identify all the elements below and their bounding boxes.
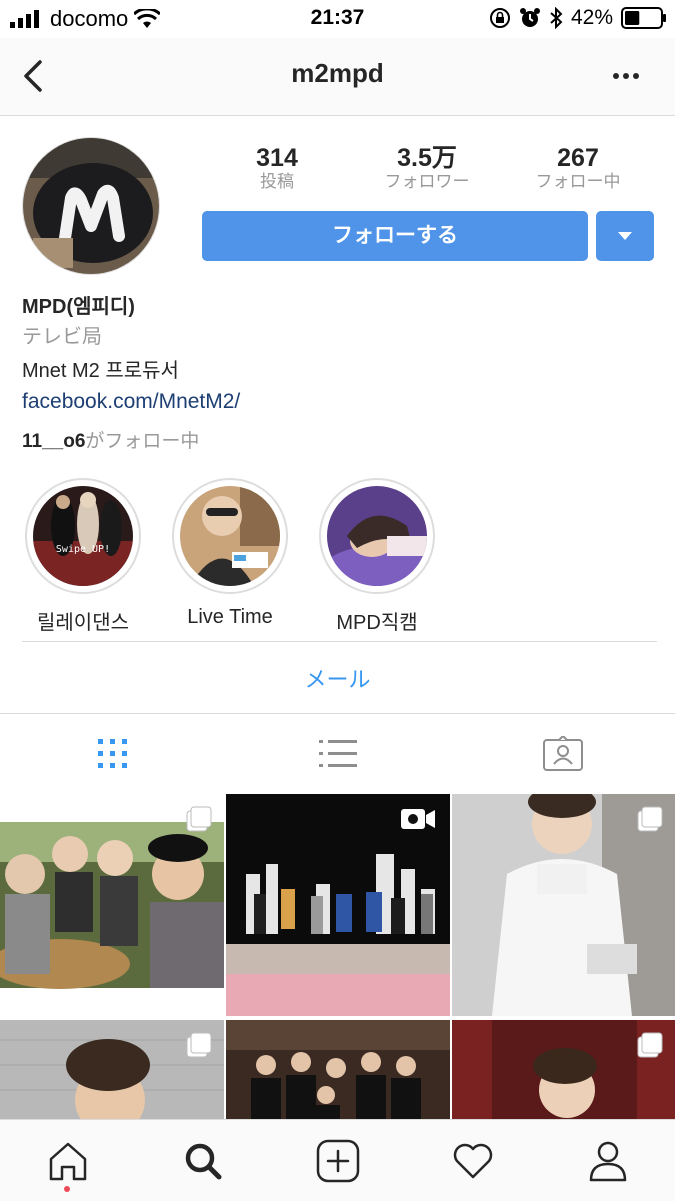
multiple-photos-icon (637, 806, 663, 832)
following-label: フォロー中 (535, 172, 621, 191)
post-thumbnail[interactable] (452, 1020, 675, 1119)
highlight-overlay-text: Swipe UP! (55, 544, 111, 555)
tab-activity[interactable] (405, 1120, 540, 1201)
stat-followers[interactable]: 3.5万 フォロワー (357, 144, 497, 192)
profile-website-link[interactable]: facebook.com/MnetM2/ (22, 390, 240, 414)
profile-avatar[interactable] (22, 137, 160, 275)
email-contact-button[interactable]: メール (0, 662, 675, 694)
highlight-cover (327, 486, 427, 586)
heart-icon (453, 1143, 492, 1178)
followed-by-suffix: がフォロー中 (85, 431, 200, 452)
highlight-cover (180, 486, 280, 586)
status-bar: docomo 21:37 42% (0, 0, 675, 38)
highlight-cover: Swipe UP! (33, 486, 133, 586)
highlight-live-time[interactable]: Live Time (171, 478, 289, 629)
post-image (226, 1020, 450, 1119)
rotation-lock-icon (489, 8, 510, 28)
multiple-photos-icon (637, 1032, 663, 1058)
profile-tabs (0, 713, 675, 794)
highlight-relay-dance[interactable]: Swipe UP! 릴레이댄스 (24, 478, 142, 635)
battery-icon (621, 7, 666, 29)
highlight-ring (319, 478, 435, 594)
caret-down-icon (618, 232, 632, 240)
highlight-ring: Swipe UP! (25, 478, 141, 594)
avatar-image (23, 138, 159, 274)
post-thumbnail[interactable] (0, 794, 224, 1016)
tab-list[interactable] (225, 714, 450, 794)
tab-grid[interactable] (0, 714, 225, 794)
bluetooth-icon (550, 7, 563, 29)
add-post-icon (316, 1139, 359, 1182)
tab-tagged[interactable] (450, 714, 675, 794)
highlight-label: MPD직캠 (336, 612, 418, 634)
tab-add-post[interactable] (270, 1120, 405, 1201)
grid-icon (97, 739, 127, 768)
followed-by-user[interactable]: 11__o6 (22, 431, 85, 452)
posts-label: 投稿 (260, 172, 294, 191)
followed-by[interactable]: 11__o6がフォロー中 (22, 426, 199, 453)
home-icon (49, 1142, 86, 1180)
alarm-icon (519, 8, 540, 27)
profile-name: MPD(엠피디) (22, 296, 135, 318)
video-camera-icon (401, 809, 435, 829)
post-thumbnail[interactable] (0, 1020, 224, 1119)
tab-home[interactable] (0, 1120, 135, 1201)
post-thumbnail[interactable] (226, 1020, 450, 1119)
list-icon (318, 740, 357, 767)
highlight-mpd-fancam[interactable]: MPD직캠 (318, 478, 436, 635)
battery-percent: 42% (570, 6, 613, 29)
stat-posts[interactable]: 314 投稿 (207, 144, 347, 192)
following-count: 267 (557, 144, 599, 172)
profile-category: テレビ局 (22, 326, 102, 348)
multiple-photos-icon (186, 806, 212, 832)
status-right: 42% (489, 6, 667, 30)
tab-search[interactable] (135, 1120, 270, 1201)
bottom-tab-bar (0, 1119, 675, 1201)
followers-count: 3.5万 (397, 144, 457, 172)
tab-profile[interactable] (540, 1120, 675, 1201)
suggested-dropdown-button[interactable] (596, 211, 654, 261)
divider (22, 641, 657, 642)
stat-following[interactable]: 267 フォロー中 (508, 144, 648, 192)
highlight-ring (172, 478, 288, 594)
post-thumbnail[interactable] (452, 794, 675, 1016)
multiple-photos-icon (186, 1032, 212, 1058)
posts-count: 314 (256, 144, 298, 172)
profile-username-title: m2mpd (291, 58, 384, 88)
profile-bio: Mnet M2 프로듀서 (22, 360, 179, 382)
tagged-icon (542, 736, 583, 771)
profile-icon (589, 1141, 626, 1181)
followers-label: フォロワー (384, 172, 470, 191)
more-options-icon[interactable] (611, 66, 641, 86)
search-icon (185, 1143, 221, 1179)
post-thumbnail[interactable] (226, 794, 450, 1016)
nav-bar: m2mpd (0, 38, 675, 116)
notification-dot (64, 1186, 70, 1192)
follow-button[interactable]: フォローする (202, 211, 588, 261)
highlight-label: Live Time (187, 606, 273, 628)
highlight-label: 릴레이댄스 (37, 612, 129, 634)
